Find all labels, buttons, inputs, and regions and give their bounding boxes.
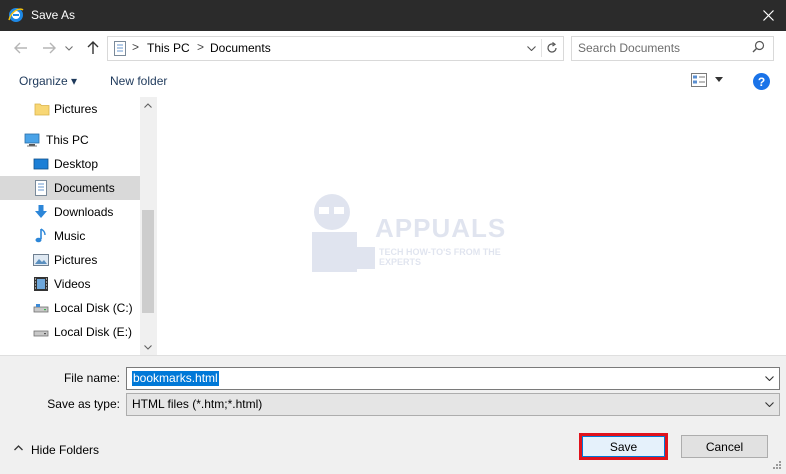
sidebar-item-videos[interactable]: Videos bbox=[0, 272, 140, 296]
arrow-left-icon bbox=[14, 42, 27, 54]
organize-menu[interactable]: Organize ▾ bbox=[19, 74, 77, 88]
save-type-select[interactable]: HTML files (*.htm;*.html) bbox=[126, 393, 780, 416]
chevron-up-icon bbox=[14, 445, 23, 451]
breadcrumb-separator: > bbox=[197, 40, 205, 54]
search-input[interactable] bbox=[578, 40, 748, 56]
sidebar-item-label: Videos bbox=[54, 277, 91, 291]
sidebar-item-downloads[interactable]: Downloads bbox=[0, 200, 140, 224]
sidebar-item-label: Pictures bbox=[54, 102, 98, 116]
watermark-text: APPUALS bbox=[375, 213, 507, 243]
chevron-up-icon bbox=[144, 102, 152, 108]
navigation-pane: Pictures This PC Desktop Documents Downl… bbox=[0, 97, 157, 355]
pictures-icon bbox=[33, 254, 49, 266]
breadcrumb-this-pc[interactable]: This PC bbox=[147, 41, 190, 55]
mascot-icon bbox=[312, 194, 375, 272]
nav-scrollbar[interactable] bbox=[140, 97, 156, 355]
sidebar-item-label: Local Disk (E:) bbox=[54, 325, 133, 339]
save-as-dialog: Save As > This PC > Documents Search Doc… bbox=[0, 0, 786, 474]
main-area: Pictures This PC Desktop Documents Downl… bbox=[0, 97, 786, 355]
sidebar-item-pictures-quick[interactable]: Pictures bbox=[0, 97, 140, 121]
view-options-icon[interactable] bbox=[691, 73, 707, 87]
drive-icon bbox=[33, 330, 49, 337]
scroll-up-button[interactable] bbox=[140, 97, 156, 113]
documents-icon bbox=[35, 180, 47, 196]
videos-icon bbox=[34, 277, 48, 291]
arrow-right-icon bbox=[43, 42, 56, 54]
chevron-down-icon bbox=[526, 45, 536, 51]
download-icon bbox=[35, 205, 47, 218]
hide-folders-label: Hide Folders bbox=[31, 443, 100, 457]
arrow-up-icon bbox=[87, 41, 99, 54]
file-list-area[interactable]: APPUALS TECH HOW-TO'S FROM THE EXPERTS bbox=[157, 97, 786, 355]
save-type-dropdown-button[interactable] bbox=[761, 396, 777, 413]
cancel-button[interactable]: Cancel bbox=[681, 435, 768, 458]
folder-icon bbox=[34, 103, 50, 116]
file-name-field[interactable]: bookmarks.html bbox=[126, 367, 780, 390]
save-type-value: HTML files (*.htm;*.html) bbox=[132, 397, 263, 411]
scrollbar-thumb[interactable] bbox=[142, 210, 154, 313]
sidebar-item-label: Pictures bbox=[54, 253, 98, 267]
address-bar[interactable]: > This PC > Documents bbox=[107, 36, 564, 61]
breadcrumb-separator: > bbox=[132, 40, 140, 54]
sidebar-item-local-disk-e[interactable]: Local Disk (E:) bbox=[0, 320, 140, 344]
sidebar-item-label: Downloads bbox=[54, 205, 114, 219]
address-row: > This PC > Documents bbox=[0, 31, 786, 65]
sidebar-item-documents[interactable]: Documents bbox=[0, 176, 140, 200]
sidebar-item-label: Documents bbox=[54, 181, 115, 195]
sidebar-item-pictures[interactable]: Pictures bbox=[0, 248, 140, 272]
refresh-icon bbox=[547, 42, 557, 53]
breadcrumb-documents[interactable]: Documents bbox=[210, 41, 271, 55]
watermark: APPUALS TECH HOW-TO'S FROM THE EXPERTS bbox=[297, 187, 517, 287]
chevron-down-icon bbox=[764, 376, 774, 381]
cancel-button-label: Cancel bbox=[705, 439, 744, 454]
close-button[interactable] bbox=[756, 4, 780, 26]
chevron-down-icon[interactable] bbox=[715, 77, 723, 82]
search-box[interactable] bbox=[571, 36, 774, 61]
ie-icon bbox=[8, 8, 24, 22]
search-icon bbox=[752, 40, 765, 53]
save-button-label: Save bbox=[609, 439, 638, 454]
sidebar-item-desktop[interactable]: Desktop bbox=[0, 152, 140, 176]
up-button[interactable] bbox=[84, 39, 102, 57]
sidebar-item-music[interactable]: Music bbox=[0, 224, 140, 248]
file-name-dropdown-button[interactable] bbox=[761, 370, 777, 387]
documents-icon bbox=[114, 41, 126, 56]
music-icon bbox=[35, 228, 46, 243]
desktop-icon bbox=[33, 158, 49, 170]
recent-locations-button[interactable] bbox=[63, 39, 75, 57]
sidebar-item-label: This PC bbox=[46, 133, 89, 147]
drive-icon bbox=[33, 304, 49, 313]
resize-grip-icon[interactable] bbox=[771, 459, 782, 470]
save-button[interactable]: Save bbox=[579, 433, 668, 460]
scroll-down-button[interactable] bbox=[140, 339, 156, 355]
file-name-label: File name: bbox=[63, 371, 120, 385]
watermark-subtext: TECH HOW-TO'S FROM THE EXPERTS bbox=[379, 247, 501, 267]
title-bar: Save As bbox=[0, 0, 786, 31]
refresh-button[interactable] bbox=[541, 39, 562, 57]
chevron-down-icon bbox=[764, 402, 774, 407]
sidebar-item-local-disk-c[interactable]: Local Disk (C:) bbox=[0, 296, 140, 320]
address-dropdown-button[interactable] bbox=[522, 39, 540, 57]
new-folder-button[interactable]: New folder bbox=[110, 74, 167, 88]
sidebar-item-label: Local Disk (C:) bbox=[54, 301, 133, 315]
forward-button[interactable] bbox=[40, 39, 58, 57]
sidebar-item-label: Desktop bbox=[54, 157, 99, 171]
chevron-down-icon bbox=[144, 344, 152, 350]
file-name-value[interactable]: bookmarks.html bbox=[132, 371, 219, 386]
computer-icon bbox=[24, 133, 40, 147]
close-icon bbox=[762, 9, 774, 21]
command-bar: Organize ▾ New folder ? bbox=[0, 65, 786, 98]
window-title: Save As bbox=[31, 8, 76, 22]
save-type-label: Save as type: bbox=[47, 397, 120, 411]
help-button[interactable]: ? bbox=[753, 73, 770, 90]
sidebar-item-this-pc[interactable]: This PC bbox=[0, 128, 140, 152]
save-form: File name: bookmarks.html Save as type: … bbox=[0, 355, 786, 474]
back-button[interactable] bbox=[12, 39, 30, 57]
chevron-down-icon bbox=[65, 45, 73, 51]
sidebar-item-label: Music bbox=[54, 229, 86, 243]
